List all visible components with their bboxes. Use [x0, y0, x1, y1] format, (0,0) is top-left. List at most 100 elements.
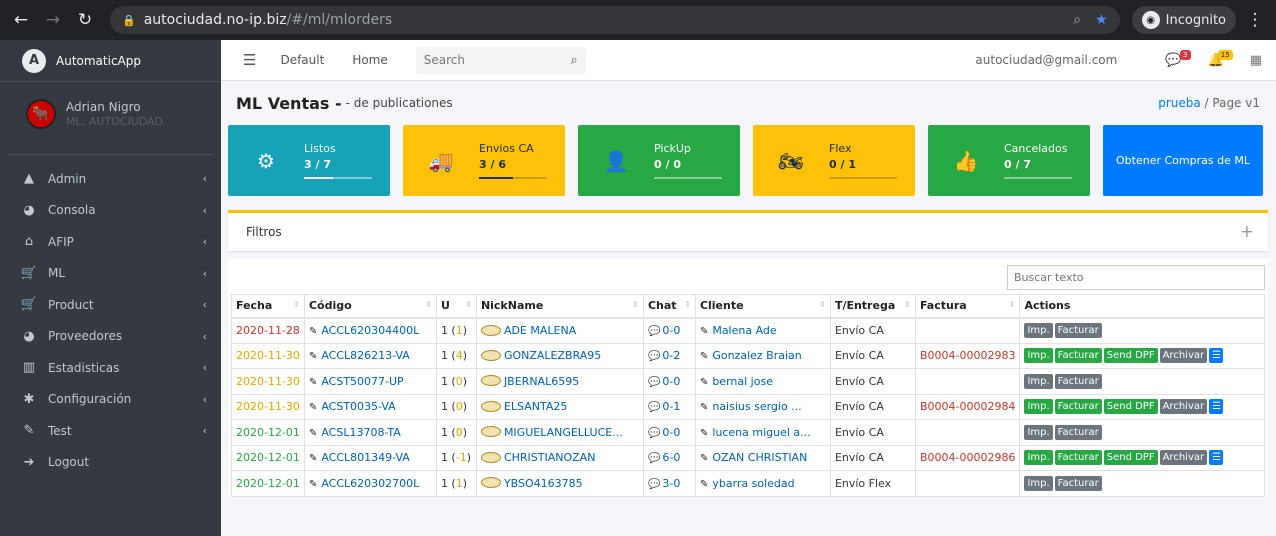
- pencil-icon[interactable]: ✎: [309, 377, 317, 388]
- pencil-icon[interactable]: ✎: [700, 351, 708, 362]
- pencil-icon[interactable]: ✎: [309, 402, 317, 413]
- column-header-8[interactable]: Actions: [1019, 294, 1265, 319]
- apps-grid-icon[interactable]: ▦: [1250, 53, 1262, 68]
- facturar-button[interactable]: Facturar: [1054, 373, 1102, 389]
- facturar-button[interactable]: Facturar: [1054, 424, 1102, 440]
- pencil-icon[interactable]: ✎: [700, 453, 708, 464]
- chat-link[interactable]: 3-0: [662, 477, 680, 490]
- search-input[interactable]: Search ⌕: [415, 46, 586, 74]
- table-row[interactable]: 2020-12-01 ✎ ACCL801349-VA 1 (-1) CHRISTIANO…: [231, 444, 1265, 471]
- pencil-icon[interactable]: ✎: [309, 351, 317, 362]
- nickname-link[interactable]: MIGUELANGELLUCE...: [504, 426, 623, 439]
- column-header-2[interactable]: U ⇕: [435, 294, 477, 319]
- obtener-compras-button[interactable]: Obtener Compras de ML: [1103, 125, 1263, 196]
- column-header-6[interactable]: T/Entrega ⇕: [829, 294, 916, 319]
- notifications-icon[interactable]: 🔔 15: [1208, 49, 1233, 68]
- brand[interactable]: A AutomaticApp: [0, 40, 221, 82]
- order-code-link[interactable]: ACCL620304400L: [321, 324, 419, 337]
- chat-link[interactable]: 0-0: [662, 324, 680, 337]
- sidebar-item-test[interactable]: ✎ Test ‹: [0, 415, 221, 447]
- send-dpf-button[interactable]: Send DPF: [1103, 348, 1158, 364]
- order-code-link[interactable]: ACCL801349-VA: [321, 451, 409, 464]
- facturar-button[interactable]: Facturar: [1054, 348, 1102, 364]
- filters-card[interactable]: Filtros +: [228, 210, 1268, 251]
- client-link[interactable]: bernal jose: [712, 375, 773, 388]
- info-box-listos[interactable]: ⚙ Listos 3 / 7: [228, 125, 390, 196]
- user-panel[interactable]: 🐂 Adrian Nigro ML: AUTOCIUDAD: [8, 82, 213, 155]
- sort-icon[interactable]: ⇕: [684, 300, 691, 309]
- table-row[interactable]: 2020-11-28 ✎ ACCL620304400L 1 (1) ADE MALENA…: [231, 317, 1265, 344]
- column-header-1[interactable]: Código ⇕: [303, 294, 437, 319]
- table-search-input[interactable]: [1007, 265, 1265, 290]
- archivar-button[interactable]: Archivar: [1159, 399, 1208, 415]
- breadcrumb-link[interactable]: prueba: [1158, 96, 1201, 110]
- facturar-button[interactable]: Facturar: [1054, 399, 1102, 415]
- sort-icon[interactable]: ⇕: [293, 300, 300, 309]
- sidebar-item-admin[interactable]: ▲ Admin ‹: [0, 163, 221, 195]
- nickname-link[interactable]: ADE MALENA: [504, 324, 576, 337]
- column-header-0[interactable]: Fecha ⇕: [231, 294, 305, 319]
- back-icon[interactable]: ←: [8, 7, 34, 33]
- facturar-button[interactable]: Facturar: [1054, 323, 1102, 338]
- zoom-icon[interactable]: ⌕: [1073, 12, 1081, 28]
- table-row[interactable]: 2020-12-01 ✎ ACSL13708-TA 1 (0) MIGUELANGELL…: [231, 419, 1265, 446]
- client-link[interactable]: OZAN CHRISTIAN: [712, 451, 807, 464]
- nav-home[interactable]: Home: [352, 53, 387, 67]
- address-bar[interactable]: 🔒 autociudad.no-ip.biz/#/ml/mlorders ⌕ ★: [110, 6, 1120, 34]
- facturar-button[interactable]: Facturar: [1054, 475, 1102, 491]
- pencil-icon[interactable]: ✎: [309, 428, 317, 439]
- nickname-link[interactable]: JBERNAL6595: [504, 375, 579, 388]
- imp-button[interactable]: Imp.: [1024, 323, 1053, 338]
- sidebar-item-configuración[interactable]: ✱ Configuración ‹: [0, 384, 221, 416]
- nickname-link[interactable]: YBSO4163785: [504, 477, 583, 490]
- sidebar-item-product[interactable]: 🛒 Product ‹: [0, 289, 221, 321]
- table-row[interactable]: 2020-11-30 ✎ ACCL826213-VA 1 (4) GONZALEZBRA…: [231, 342, 1265, 369]
- bookmark-star-icon[interactable]: ★: [1095, 12, 1108, 28]
- sidebar-item-proveedores[interactable]: ◕ Proveedores ‹: [0, 321, 221, 353]
- sidebar-item-estadisticas[interactable]: ▥ Estadisticas ‹: [0, 352, 221, 384]
- sort-icon[interactable]: ⇕: [1009, 300, 1016, 309]
- client-link[interactable]: lucena miguel a...: [712, 426, 810, 439]
- order-code-link[interactable]: ACST50077-UP: [321, 375, 403, 388]
- incognito-indicator[interactable]: ◉ Incognito: [1131, 6, 1236, 34]
- facturar-button[interactable]: Facturar: [1054, 450, 1102, 466]
- table-row[interactable]: 2020-11-30 ✎ ACST50077-UP 1 (0) JBERNAL6595 💬…: [231, 368, 1265, 395]
- imp-button[interactable]: Imp.: [1024, 348, 1053, 364]
- client-link[interactable]: ybarra soledad: [712, 477, 794, 490]
- column-header-7[interactable]: Factura ⇕: [914, 294, 1021, 319]
- sidebar-item-logout[interactable]: ➜ Logout: [0, 447, 221, 479]
- archivar-button[interactable]: Archivar: [1159, 348, 1208, 364]
- imp-button[interactable]: Imp.: [1024, 424, 1053, 440]
- sidebar-item-consola[interactable]: ◕ Consola ‹: [0, 195, 221, 227]
- pencil-icon[interactable]: ✎: [700, 326, 708, 337]
- chat-link[interactable]: 0-1: [662, 400, 680, 413]
- list-icon[interactable]: ☰: [1209, 399, 1224, 415]
- sidebar-item-afip[interactable]: ⌂ AFIP ‹: [0, 226, 221, 258]
- nickname-link[interactable]: CHRISTIANOZAN: [504, 451, 596, 464]
- archivar-button[interactable]: Archivar: [1159, 450, 1208, 466]
- client-link[interactable]: Malena Ade: [712, 324, 776, 337]
- info-box-cancelados[interactable]: 👍 Cancelados 0 / 7: [928, 125, 1090, 196]
- reload-icon[interactable]: ↻: [72, 7, 98, 33]
- sort-icon[interactable]: ⇕: [465, 300, 472, 309]
- table-row[interactable]: 2020-12-01 ✎ ACCL620302700L 1 (1) YBSO416378…: [231, 470, 1265, 497]
- order-code-link[interactable]: ACST0035-VA: [321, 400, 395, 413]
- invoice-number[interactable]: B0004-00002984: [920, 400, 1016, 413]
- messages-icon[interactable]: 💬 3: [1165, 49, 1191, 68]
- column-header-4[interactable]: Chat ⇕: [642, 294, 696, 319]
- chat-link[interactable]: 0-0: [662, 426, 680, 439]
- order-code-link[interactable]: ACSL13708-TA: [321, 426, 400, 439]
- sidebar-item-ml[interactable]: 🛒 ML ‹: [0, 258, 221, 290]
- imp-button[interactable]: Imp.: [1024, 475, 1053, 491]
- invoice-number[interactable]: B0004-00002983: [920, 349, 1016, 362]
- pencil-icon[interactable]: ✎: [700, 402, 708, 413]
- pencil-icon[interactable]: ✎: [700, 377, 708, 388]
- imp-button[interactable]: Imp.: [1024, 399, 1053, 415]
- expand-plus-icon[interactable]: +: [1240, 222, 1254, 242]
- imp-button[interactable]: Imp.: [1024, 373, 1053, 389]
- nickname-link[interactable]: GONZALEZBRA95: [504, 349, 601, 362]
- imp-button[interactable]: Imp.: [1024, 450, 1053, 466]
- sort-icon[interactable]: ⇕: [632, 300, 639, 309]
- info-box-pickup[interactable]: 👤 PickUp 0 / 0: [578, 125, 740, 196]
- sort-icon[interactable]: ⇕: [904, 300, 911, 309]
